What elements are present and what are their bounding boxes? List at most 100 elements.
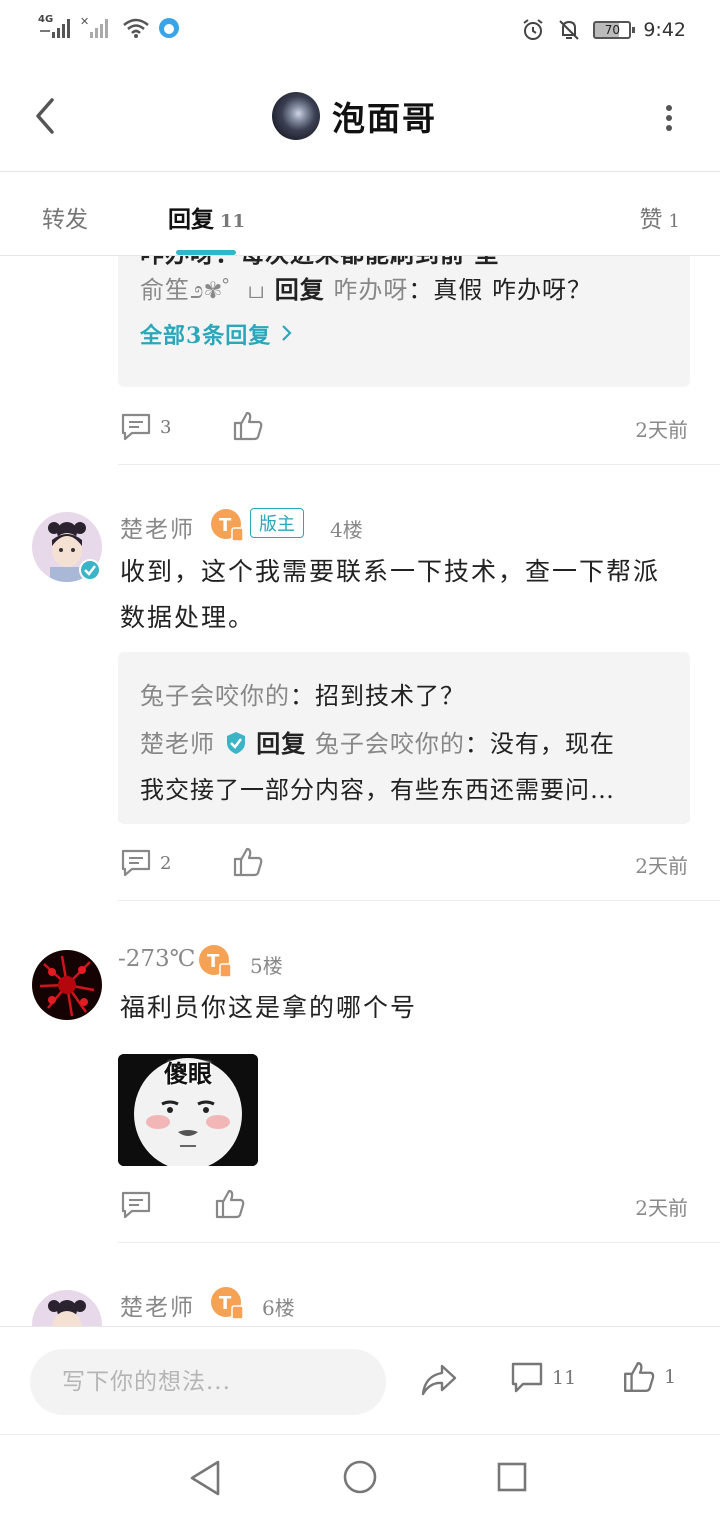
view-all-replies-link[interactable]: 全部3条回复 [140, 318, 294, 350]
sub-reply-author[interactable]: 俞笙೨✾゜ப [140, 276, 266, 304]
tab-likes-count: 1 [668, 211, 680, 232]
sub-reply-text: 我交接了一部分内容，有些东西还需要问… [140, 776, 615, 804]
comment-icon [121, 413, 151, 441]
sub-reply-text: ：真假 咋办呀？ [408, 276, 593, 304]
back-arrow-icon[interactable] [30, 96, 60, 136]
sub-reply: 俞笙೨✾゜ப 回复 咋办呀：真假 咋办呀？ [140, 270, 592, 307]
share-button[interactable] [420, 1363, 458, 1397]
sub-reply: 楚老师 回复 兔子会咬你的：没有，现在 [140, 724, 615, 759]
reply-body-line: 收到，这个我需要联系一下技术，查一下帮派 [120, 557, 661, 586]
status-bar: 4G ✕ 70 9:42 [0, 0, 720, 64]
wifi-icon [123, 18, 149, 38]
divider [118, 1242, 720, 1243]
view-all-replies-label: 全部3条回复 [140, 323, 272, 349]
sub-reply-text: ：没有，现在 [464, 730, 615, 758]
active-tab-indicator [176, 250, 236, 255]
comment-count: 11 [552, 1367, 577, 1389]
floor-number: 4楼 [330, 518, 363, 542]
divider [118, 900, 720, 901]
reply-word: 回复 [274, 275, 325, 304]
username[interactable]: 楚老师 [120, 1288, 195, 1322]
tab-repost-label: 转发 [42, 207, 88, 233]
comments-button[interactable]: 11 [510, 1361, 576, 1395]
sub-reply-target[interactable]: 咋办呀 [333, 276, 408, 304]
like-button[interactable] [214, 1188, 246, 1220]
comment-button[interactable] [120, 1190, 152, 1220]
reply-word: 回复 [256, 729, 307, 758]
svg-text:✕: ✕ [80, 16, 89, 28]
svg-text:T: T [219, 1293, 232, 1314]
sub-reply-author[interactable]: 楚老师 [140, 730, 215, 758]
clock: 9:42 [643, 19, 686, 41]
sub-reply-target[interactable]: 兔子会咬你的 [315, 730, 465, 758]
post-time: 2天前 [635, 1196, 688, 1220]
signal-icon: 4G [38, 14, 72, 40]
like-button[interactable] [232, 846, 264, 878]
like-count: 1 [664, 1366, 677, 1388]
user-avatar[interactable] [32, 950, 102, 1020]
level-badge-icon: T [211, 1287, 244, 1320]
thumbs-up-icon [233, 411, 263, 441]
sub-reply-text: ：招到技术了？ [290, 682, 465, 710]
thumbs-up-icon [233, 847, 263, 877]
comment-count: 2 [160, 852, 172, 874]
share-icon [421, 1364, 457, 1396]
comment-icon [121, 1191, 151, 1219]
reply-body: 福利员你这是拿的哪个号 [120, 993, 418, 1022]
floor-number: 6楼 [262, 1296, 295, 1320]
reply-body-line: 数据处理。 [120, 603, 256, 632]
reply-action-bar: 写下你的想法... 11 1 [0, 1326, 720, 1434]
thumbs-up-icon [624, 1362, 655, 1392]
tab-likes-label: 赞 [639, 207, 663, 233]
chevron-right-icon [282, 325, 292, 341]
app-notification-icon [159, 18, 179, 38]
nav-home-icon[interactable] [342, 1459, 378, 1495]
username[interactable]: -273℃ [118, 946, 195, 972]
level-badge-icon: T [199, 945, 232, 978]
level-badge-icon: T [211, 509, 244, 542]
author-avatar[interactable] [272, 92, 320, 140]
thumbs-up-icon [215, 1189, 245, 1219]
nav-back-icon[interactable] [188, 1459, 222, 1497]
comment-icon [511, 1362, 543, 1393]
tab-replies-count: 11 [220, 211, 246, 232]
comment-icon [121, 849, 151, 877]
nav-recents-icon[interactable] [496, 1461, 528, 1493]
comment-count: 3 [160, 416, 172, 438]
sub-replies-box[interactable]: 兔子会咬你的：招到技术了？ 楚老师 回复 兔子会咬你的：没有，现在 我交接了一部… [118, 652, 690, 824]
sub-reply-author[interactable]: 兔子会咬你的 [140, 682, 290, 710]
svg-text:T: T [207, 951, 220, 972]
tab-repost[interactable]: 转发 [42, 200, 88, 234]
comment-button[interactable]: 2 [120, 848, 171, 878]
post-author[interactable]: 泡面哥 [272, 92, 437, 140]
svg-text:T: T [219, 515, 232, 536]
moderator-badge: 版主 [250, 508, 304, 538]
sub-reply-text: 咋办呀：每次进来都能刷到前 室 [140, 256, 499, 269]
tab-likes[interactable]: 赞1 [640, 200, 680, 234]
alarm-icon [523, 19, 543, 40]
verified-icon [79, 559, 101, 581]
verified-icon [226, 732, 245, 754]
user-avatar[interactable] [32, 1290, 102, 1326]
sticker-caption: 傻眼 [164, 1060, 212, 1088]
like-button[interactable]: 1 [622, 1359, 676, 1395]
network-type: 4G [38, 14, 54, 25]
tab-bar: 转发 回复 11 赞1 [0, 172, 720, 256]
reply-list[interactable]: 咋办呀：每次进来都能刷到前 室 俞笙೨✾゜ப 回复 咋办呀：真假 咋办呀？ 全部… [0, 256, 720, 1326]
mute-icon [559, 20, 580, 40]
reply-input[interactable]: 写下你的想法... [30, 1349, 386, 1415]
username[interactable]: 楚老师 [120, 510, 195, 544]
divider [118, 464, 720, 465]
like-button[interactable] [232, 410, 264, 442]
battery-icon: 70 [593, 21, 636, 39]
comment-button[interactable]: 3 [120, 412, 171, 442]
more-options-icon[interactable] [664, 104, 674, 132]
sub-reply: 兔子会咬你的：招到技术了？ [140, 676, 465, 711]
floor-number: 5楼 [250, 954, 283, 978]
signal-icon-2: ✕ [80, 15, 114, 40]
sub-replies-box[interactable]: 咋办呀：每次进来都能刷到前 室 俞笙೨✾゜ப 回复 咋办呀：真假 咋办呀？ 全部… [118, 256, 690, 387]
reply-body: 收到，这个我需要联系一下技术，查一下帮派 数据处理。 [120, 549, 690, 641]
sticker-image[interactable]: 傻眼 [118, 1054, 258, 1166]
system-nav-bar [0, 1434, 720, 1520]
tab-replies[interactable]: 回复 11 [168, 200, 245, 234]
